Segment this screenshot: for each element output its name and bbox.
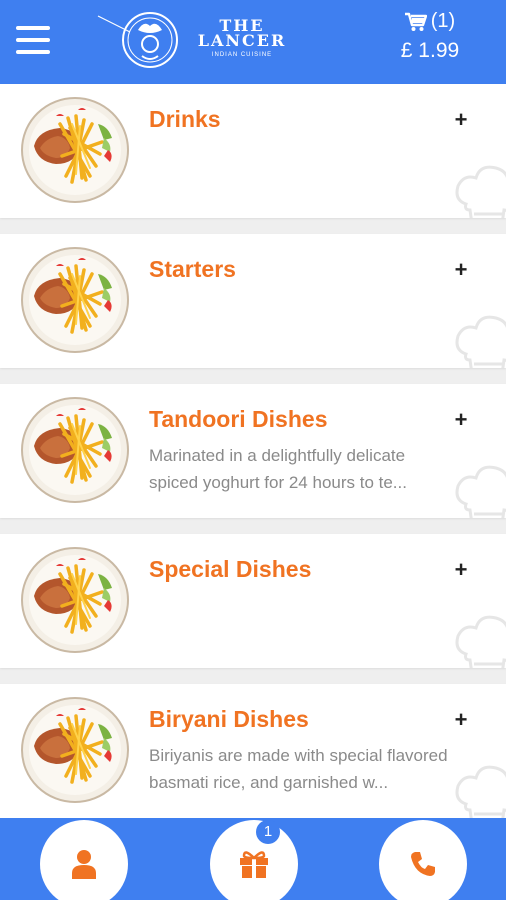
category-card-special[interactable]: Special Dishes + [0, 534, 506, 668]
hamburger-icon-bar [16, 50, 50, 54]
phone-icon [411, 852, 435, 876]
category-card-tandoori[interactable]: Tandoori Dishes Marinated in a delightfu… [0, 384, 506, 518]
hamburger-icon-bar [16, 26, 50, 30]
expand-button[interactable]: + [451, 709, 471, 731]
restaurant-logo[interactable]: THE LANCER INDIAN CUISINE [96, 8, 300, 72]
chef-hat-watermark-icon [452, 160, 506, 218]
dish-image [20, 394, 130, 504]
logo-subtitle: INDIAN CUISINE [211, 52, 273, 58]
chef-hat-watermark-icon [452, 460, 506, 518]
category-description: Biriyanis are made with special flavored… [149, 746, 448, 792]
dish-image [20, 94, 130, 204]
dish-image [20, 244, 130, 354]
logo-title: THE LANCER [197, 16, 287, 50]
cart-icon [404, 12, 427, 31]
expand-button[interactable]: + [451, 559, 471, 581]
call-button[interactable] [379, 820, 467, 900]
hamburger-icon-bar [16, 38, 50, 42]
expand-button[interactable]: + [451, 109, 471, 131]
chef-hat-watermark-icon [452, 610, 506, 668]
category-title: Starters [149, 256, 236, 282]
expand-button[interactable]: + [451, 409, 471, 431]
expand-button[interactable]: + [451, 259, 471, 281]
profile-button[interactable] [40, 820, 128, 900]
person-icon [72, 850, 96, 879]
offers-count-badge: 1 [256, 820, 280, 844]
category-description: Marinated in a delightfully delicate spic… [149, 446, 407, 492]
chef-logo-icon [97, 12, 178, 68]
category-card-drinks[interactable]: Drinks + [0, 84, 506, 218]
dish-image [20, 694, 130, 804]
chef-hat-watermark-icon [452, 310, 506, 368]
category-title: Tandoori Dishes [149, 406, 328, 432]
category-card-starters[interactable]: Starters + [0, 234, 506, 368]
cart-count: (1) [430, 10, 456, 32]
app-header: THE LANCER INDIAN CUISINE (1) £ 1.99 [0, 0, 506, 84]
category-card-biryani[interactable]: Biryani Dishes Biriyanis are made with s… [0, 684, 506, 818]
chef-hat-watermark-icon [452, 760, 506, 818]
cart-button[interactable]: (1) £ 1.99 [380, 10, 480, 74]
hamburger-menu-button[interactable] [16, 26, 50, 58]
category-title: Drinks [149, 106, 221, 132]
bottom-nav-bar: 1 [0, 818, 506, 900]
category-title: Special Dishes [149, 556, 312, 582]
category-title: Biryani Dishes [149, 706, 309, 732]
gift-icon [240, 851, 268, 878]
category-list: Drinks + Starters + Tandoori Dishes Mari… [0, 84, 506, 834]
cart-total: £ 1.99 [400, 39, 460, 62]
offers-button[interactable] [210, 820, 298, 900]
dish-image [20, 544, 130, 654]
